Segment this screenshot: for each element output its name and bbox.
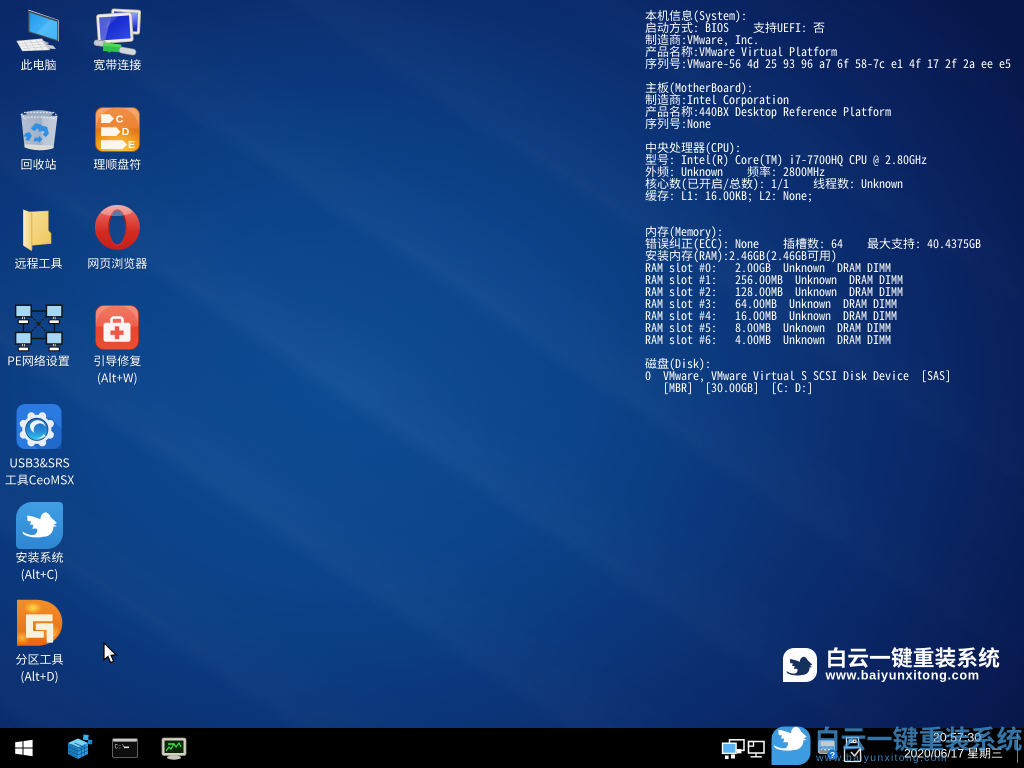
svg-text:D: D bbox=[122, 126, 130, 138]
svg-text:C: C bbox=[116, 113, 124, 125]
svg-text:www.baiyunxitong.com: www.baiyunxitong.com bbox=[825, 669, 980, 683]
svg-text:www.baiyunxitong.com: www.baiyunxitong.com bbox=[815, 753, 948, 764]
svg-text:E: E bbox=[128, 139, 135, 151]
